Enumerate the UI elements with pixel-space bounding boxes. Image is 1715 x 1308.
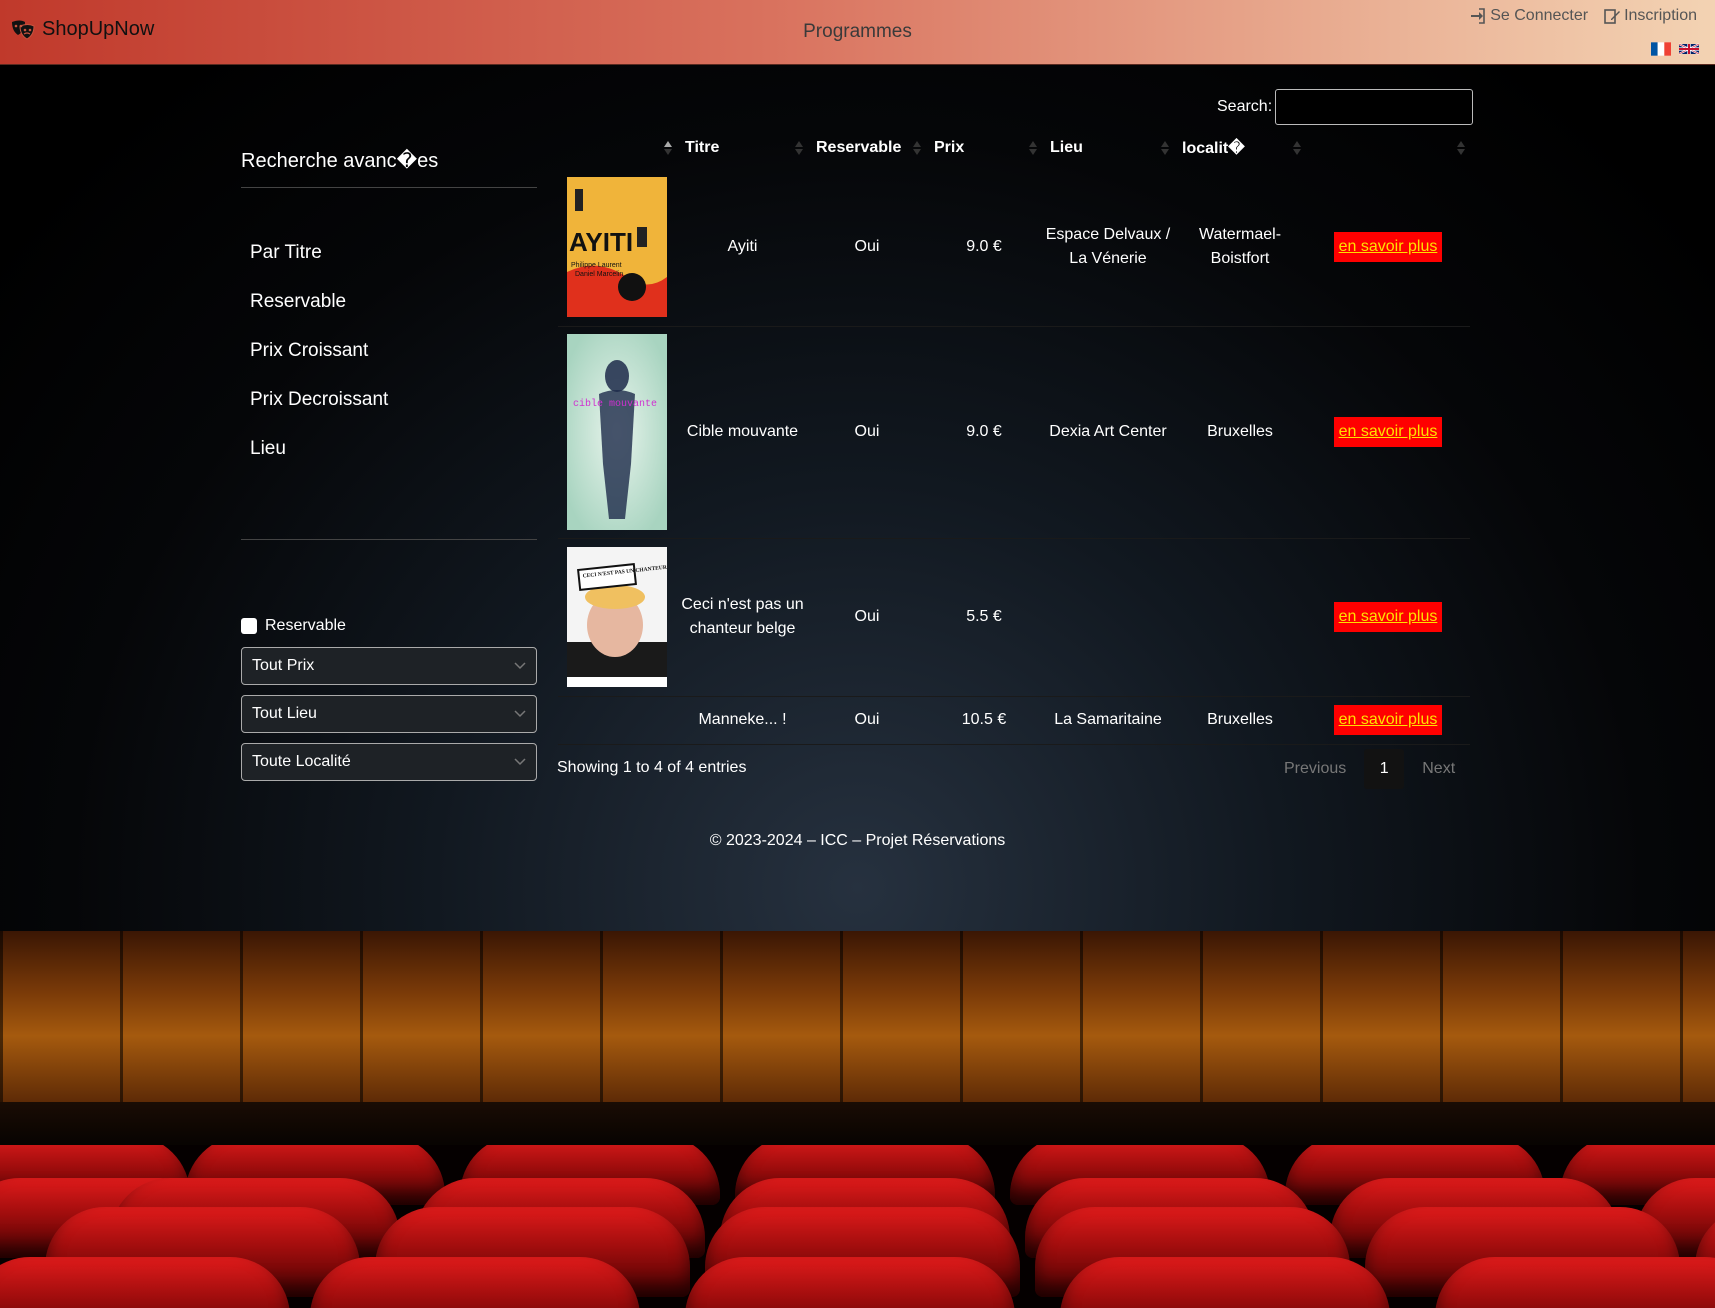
venue-select-value: Tout Lieu — [252, 705, 317, 722]
reservable-cell: Oui — [854, 423, 880, 440]
table-search: Search: — [1217, 89, 1474, 125]
column-header-lieu[interactable]: Lieu — [1042, 128, 1174, 168]
column-header-poster[interactable] — [558, 128, 677, 168]
svg-text:Daniel Marcelin: Daniel Marcelin — [575, 271, 623, 278]
fr-flag-icon[interactable] — [1651, 42, 1671, 56]
register-label: Inscription — [1624, 7, 1697, 24]
more-info-button[interactable]: en savoir plus — [1333, 231, 1443, 262]
price-cell: 5.5 € — [966, 608, 1002, 625]
reservable-cell: Oui — [854, 237, 880, 255]
price-cell: 9.0 € — [966, 237, 1002, 255]
sort-asc-icon — [664, 141, 672, 155]
sort-icon — [913, 141, 921, 155]
price-cell: 9.0 € — [966, 423, 1002, 440]
locality-cell: Bruxelles — [1207, 711, 1273, 728]
search-input[interactable] — [1275, 89, 1474, 125]
locality-cell — [1174, 538, 1306, 696]
sign-in-icon — [1471, 8, 1486, 24]
search-label: Search: — [1217, 98, 1273, 115]
poster-title: cible mouvante — [573, 398, 657, 410]
sidebar-item-prix-croissant[interactable]: Prix Croissant — [250, 336, 537, 385]
locality-select[interactable]: Toute Localité — [241, 743, 537, 781]
sort-icon — [1029, 141, 1037, 155]
locality-cell: Bruxelles — [1207, 423, 1273, 440]
more-info-button[interactable]: en savoir plus — [1333, 602, 1443, 632]
sort-icon — [1293, 141, 1301, 155]
show-title: Ceci n'est pas un chanteur belge — [681, 596, 804, 637]
next-page-button[interactable]: Next — [1404, 760, 1473, 778]
poster-image[interactable]: CECI N'EST PAS UN CHANTEUR BELGE — [567, 547, 667, 687]
table-row: CECI N'EST PAS UN CHANTEUR BELGE Ceci n'… — [558, 538, 1470, 696]
pagination: Previous 1 Next — [1266, 749, 1473, 789]
chevron-down-icon — [514, 662, 526, 670]
show-title: Cible mouvante — [686, 423, 799, 440]
edit-document-icon — [1604, 9, 1621, 24]
show-title: Manneke... ! — [698, 711, 787, 728]
venue-cell: La Samaritaine — [1054, 711, 1162, 728]
more-info-button[interactable]: en savoir plus — [1333, 417, 1443, 447]
page-1-button[interactable]: 1 — [1364, 749, 1405, 789]
column-header-reservable[interactable]: Reservable — [808, 128, 926, 168]
venue-cell: Dexia Art Center — [1049, 423, 1167, 440]
chevron-down-icon — [514, 758, 526, 766]
poster-image[interactable]: AYITI Philippe Laurent Daniel Marcelin — [567, 176, 667, 317]
login-link[interactable]: Se Connecter — [1470, 7, 1588, 25]
previous-page-button[interactable]: Previous — [1266, 760, 1364, 778]
venue-cell — [1042, 538, 1174, 696]
price-cell: 10.5 € — [961, 711, 1007, 728]
column-header-action[interactable] — [1306, 128, 1470, 168]
action-cell: en savoir plus — [1306, 326, 1470, 538]
action-cell: en savoir plus — [1306, 538, 1470, 696]
sort-icon — [1457, 141, 1465, 155]
price-select[interactable]: Tout Prix — [241, 647, 537, 685]
shows-table: Titre Reservable Prix Lieu localit� AYIT… — [558, 128, 1470, 745]
top-navbar: ShopUpNow Programmes Se Connecter Inscri… — [0, 0, 1715, 65]
sidebar-item-prix-decroissant[interactable]: Prix Decroissant — [250, 385, 537, 434]
reservable-filter[interactable]: Reservable — [241, 617, 537, 635]
show-title: Ayiti — [727, 237, 758, 255]
svg-text:Philippe Laurent: Philippe Laurent — [571, 262, 622, 269]
theater-seats — [0, 1145, 1715, 1308]
table-info: Showing 1 to 4 of 4 entries — [557, 759, 747, 776]
action-cell: en savoir plus — [1306, 696, 1470, 744]
reservable-cell: Oui — [854, 711, 880, 728]
en-flag-icon[interactable] — [1679, 42, 1699, 56]
poster-cell: AYITI Philippe Laurent Daniel Marcelin — [558, 168, 677, 326]
locality-cell: Watermael-Boistfort — [1198, 225, 1282, 267]
poster-cell: cible mouvante — [558, 326, 677, 538]
sort-icon — [1161, 141, 1169, 155]
action-cell: en savoir plus — [1306, 168, 1470, 326]
table-row: Manneke... ! Oui 10.5 € La Samaritaine B… — [558, 696, 1470, 744]
column-header-prix[interactable]: Prix — [926, 128, 1042, 168]
venue-select[interactable]: Tout Lieu — [241, 695, 537, 733]
price-select-value: Tout Prix — [252, 657, 315, 674]
footer-copyright: © 2023-2024 – ICC – Projet Réservations — [709, 832, 1006, 849]
sidebar-item-lieu[interactable]: Lieu — [250, 434, 537, 483]
advanced-search-sidebar: Recherche avanc�es Par Titre Reservable … — [241, 140, 537, 791]
reservable-checkbox-label: Reservable — [265, 617, 346, 634]
stage-floor — [0, 931, 1715, 1106]
page-title: Programmes — [803, 21, 912, 42]
table-row: cible mouvante Cible mouvante Oui 9.0 € … — [558, 326, 1470, 538]
column-header-titre[interactable]: Titre — [677, 128, 808, 168]
poster-title: AYITI — [569, 227, 633, 257]
reservable-checkbox[interactable] — [241, 618, 257, 634]
more-info-button[interactable]: en savoir plus — [1333, 705, 1443, 735]
venue-cell: Espace Delvaux / La Vénerie — [1045, 225, 1171, 267]
sidebar-title: Recherche avanc�es — [241, 140, 537, 188]
chevron-down-icon — [514, 710, 526, 718]
login-label: Se Connecter — [1490, 7, 1589, 24]
sidebar-item-reservable[interactable]: Reservable — [250, 287, 537, 336]
poster-cell — [558, 696, 677, 744]
reservable-cell: Oui — [854, 608, 880, 625]
poster-cell: CECI N'EST PAS UN CHANTEUR BELGE — [558, 538, 677, 696]
table-row: AYITI Philippe Laurent Daniel Marcelin A… — [558, 168, 1470, 326]
sidebar-item-par-titre[interactable]: Par Titre — [250, 238, 537, 287]
poster-image[interactable]: cible mouvante — [567, 334, 667, 530]
locality-select-value: Toute Localité — [252, 753, 351, 770]
column-header-localite[interactable]: localit� — [1174, 128, 1306, 168]
register-link[interactable]: Inscription — [1604, 7, 1697, 25]
sort-icon — [795, 141, 803, 155]
